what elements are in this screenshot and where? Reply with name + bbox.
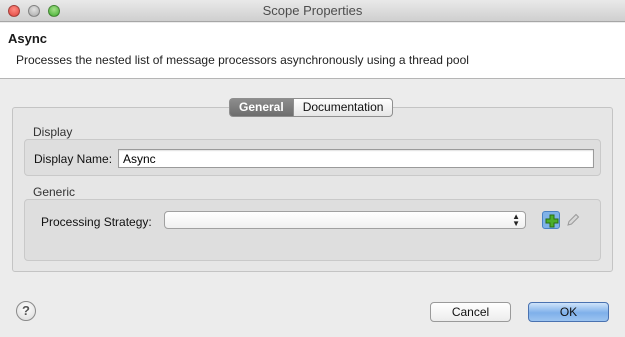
help-icon[interactable]: ?	[16, 301, 36, 321]
add-strategy-button[interactable]	[542, 211, 560, 229]
dialog-header: Async Processes the nested list of messa…	[0, 23, 625, 79]
display-name-input[interactable]	[118, 149, 594, 168]
display-name-label: Display Name:	[34, 152, 113, 166]
minimize-window-icon[interactable]	[28, 5, 40, 17]
edit-strategy-button[interactable]	[564, 211, 582, 229]
select-arrows-icon: ▲ ▼	[512, 212, 520, 228]
display-group-label: Display	[33, 125, 73, 139]
processing-strategy-select[interactable]: ▲ ▼	[164, 211, 526, 229]
close-window-icon[interactable]	[8, 5, 20, 17]
dialog-description: Processes the nested list of message pro…	[16, 53, 469, 67]
display-group: Display Name:	[24, 139, 601, 176]
window-title: Scope Properties	[262, 3, 363, 18]
cancel-button[interactable]: Cancel	[430, 302, 511, 322]
maximize-window-icon[interactable]	[48, 5, 60, 17]
add-icon	[545, 214, 559, 228]
title-bar: Scope Properties	[0, 0, 625, 22]
tab-bar: General Documentation	[229, 98, 394, 117]
processing-strategy-label: Processing Strategy:	[41, 215, 152, 229]
ok-button[interactable]: OK	[528, 302, 609, 322]
generic-group-label: Generic	[33, 185, 76, 199]
tab-documentation[interactable]: Documentation	[292, 98, 394, 117]
generic-group: Processing Strategy: ▲ ▼	[24, 199, 601, 261]
dialog-heading: Async	[8, 31, 48, 46]
tab-general[interactable]: General	[229, 98, 293, 117]
pencil-icon	[567, 213, 580, 226]
